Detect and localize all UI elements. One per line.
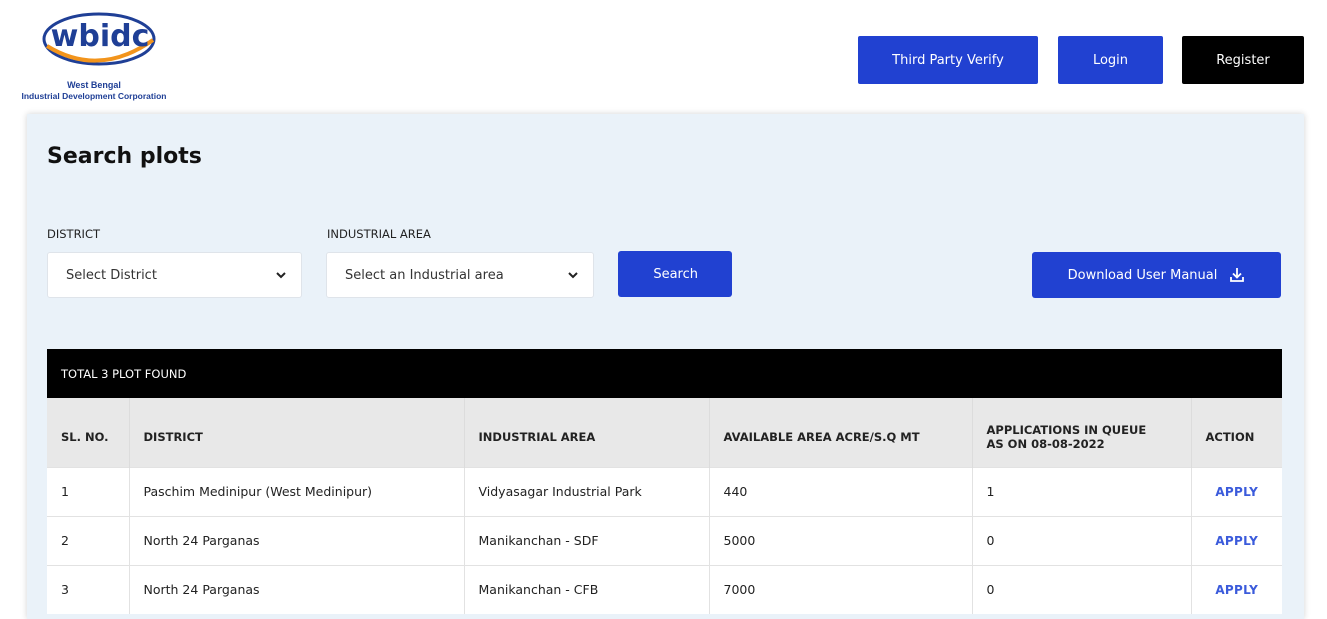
wbidc-logo[interactable]: wbidc West Bengal Industrial Development… (4, 6, 184, 108)
third-party-verify-button[interactable]: Third Party Verify (858, 36, 1038, 84)
chevron-down-icon (276, 272, 286, 279)
table-row: 2 North 24 Parganas Manikanchan - SDF 50… (47, 515, 1282, 565)
search-button[interactable]: Search (618, 251, 732, 297)
cell-industrial-area: Manikanchan - SDF (464, 515, 710, 565)
register-button[interactable]: Register (1182, 36, 1304, 84)
results-table: SL. NO. DISTRICT INDUSTRIAL AREA AVAILAB… (47, 398, 1282, 614)
industrial-area-select[interactable]: Select an Industrial area (326, 252, 594, 298)
results-summary-bar: TOTAL 3 PLOT FOUND (47, 349, 1282, 398)
cell-action: APPLY (1191, 515, 1282, 565)
cell-available-area: 5000 (709, 515, 973, 565)
download-user-manual-button[interactable]: Download User Manual (1032, 252, 1281, 298)
queue-header-line2: AS ON 08-08-2022 (986, 437, 1105, 452)
chevron-down-icon (568, 272, 578, 279)
col-header-available-area: AVAILABLE AREA ACRE/S.Q MT (709, 398, 973, 467)
col-header-applications-queue: APPLICATIONS IN QUEUE AS ON 08-08-2022 (972, 398, 1192, 467)
cell-industrial-area: Manikanchan - CFB (464, 564, 710, 614)
table-header-row: SL. NO. DISTRICT INDUSTRIAL AREA AVAILAB… (47, 398, 1282, 467)
apply-link[interactable]: APPLY (1215, 534, 1258, 548)
col-header-industrial-area: INDUSTRIAL AREA (464, 398, 710, 467)
industrial-area-label: INDUSTRIAL AREA (327, 227, 431, 241)
results-summary: TOTAL 3 PLOT FOUND (61, 366, 187, 381)
cell-applications-queue: 0 (972, 564, 1192, 614)
cell-available-area: 7000 (709, 564, 973, 614)
table-row: 3 North 24 Parganas Manikanchan - CFB 70… (47, 564, 1282, 614)
col-header-district: DISTRICT (129, 398, 465, 467)
download-icon (1230, 268, 1245, 282)
district-label: DISTRICT (47, 227, 101, 241)
logo-subtitle-line1: West Bengal (67, 80, 121, 90)
cell-action: APPLY (1191, 564, 1282, 614)
district-select[interactable]: Select District (47, 252, 302, 298)
cell-sl: 3 (47, 564, 130, 614)
logo-text: wbidc (50, 19, 150, 54)
site-header: wbidc West Bengal Industrial Development… (0, 0, 1327, 114)
cell-applications-queue: 1 (972, 466, 1192, 516)
table-row: 1 Paschim Medinipur (West Medinipur) Vid… (47, 466, 1282, 516)
col-header-action: ACTION (1191, 398, 1282, 467)
results-table-container: TOTAL 3 PLOT FOUND SL. NO. DISTRICT INDU… (47, 349, 1282, 614)
cell-industrial-area: Vidyasagar Industrial Park (464, 466, 710, 516)
cell-sl: 2 (47, 515, 130, 565)
cell-applications-queue: 0 (972, 515, 1192, 565)
queue-header-line1: APPLICATIONS IN QUEUE (986, 423, 1147, 438)
industrial-area-select-value: Select an Industrial area (345, 267, 504, 283)
district-select-value: Select District (66, 267, 157, 283)
cell-district: Paschim Medinipur (West Medinipur) (129, 466, 465, 516)
download-user-manual-label: Download User Manual (1067, 267, 1218, 283)
cell-action: APPLY (1191, 466, 1282, 516)
logo-subtitle-line2: Industrial Development Corporation (21, 91, 167, 101)
page-title: Search plots (47, 144, 202, 169)
apply-link[interactable]: APPLY (1215, 485, 1258, 499)
cell-available-area: 440 (709, 466, 973, 516)
apply-link[interactable]: APPLY (1215, 583, 1258, 597)
col-header-sl: SL. NO. (47, 398, 130, 467)
cell-district: North 24 Parganas (129, 564, 465, 614)
login-button[interactable]: Login (1058, 36, 1163, 84)
cell-district: North 24 Parganas (129, 515, 465, 565)
cell-sl: 1 (47, 466, 130, 516)
